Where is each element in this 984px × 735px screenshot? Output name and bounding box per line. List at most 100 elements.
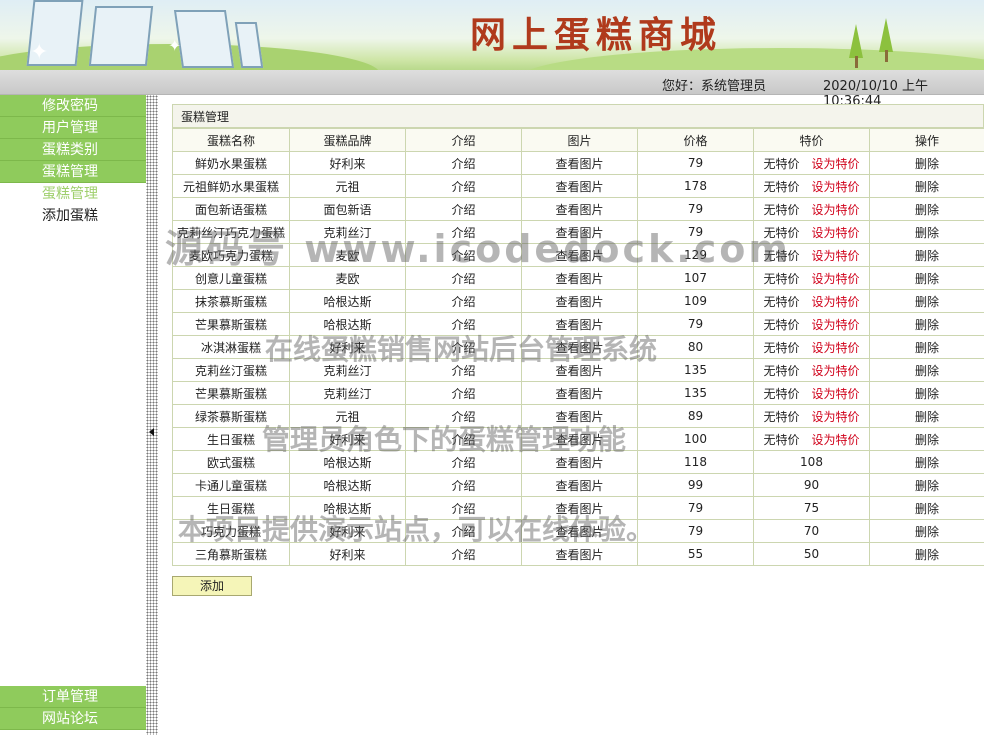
set-special-link[interactable]: 设为特价 [812,295,860,309]
intro-link[interactable]: 介绍 [405,312,522,336]
delete-link[interactable]: 删除 [869,496,984,520]
special-price-cell: 90 [753,473,870,497]
table-row: 卡通儿童蛋糕 哈根达斯 介绍 查看图片 99 90 删除 [172,473,984,497]
cake-brand-cell: 好利来 [289,151,406,175]
intro-link[interactable]: 介绍 [405,542,522,566]
intro-link[interactable]: 介绍 [405,335,522,359]
view-image-link[interactable]: 查看图片 [521,404,638,428]
tree-icon [849,24,863,58]
cake-name-cell: 抹茶慕斯蛋糕 [172,289,290,313]
sidebar-bottom-group: 订单管理 网站论坛 [0,686,146,730]
intro-link[interactable]: 介绍 [405,151,522,175]
table-row: 抹茶慕斯蛋糕 哈根达斯 介绍 查看图片 109 无特价 设为特价 删除 [172,289,984,313]
no-special-label: 无特价 [763,340,800,355]
special-price-cell: 无特价 设为特价 [753,289,870,313]
view-image-link[interactable]: 查看图片 [521,220,638,244]
intro-link[interactable]: 介绍 [405,496,522,520]
view-image-link[interactable]: 查看图片 [521,381,638,405]
table-row: 生日蛋糕 哈根达斯 介绍 查看图片 79 75 删除 [172,496,984,520]
special-price-cell: 无特价 设为特价 [753,427,870,451]
intro-link[interactable]: 介绍 [405,450,522,474]
view-image-link[interactable]: 查看图片 [521,427,638,451]
intro-link[interactable]: 介绍 [405,427,522,451]
intro-link[interactable]: 介绍 [405,404,522,428]
intro-link[interactable]: 介绍 [405,174,522,198]
view-image-link[interactable]: 查看图片 [521,312,638,336]
cake-name-cell: 冰淇淋蛋糕 [172,335,290,359]
view-image-link[interactable]: 查看图片 [521,473,638,497]
special-price-cell: 无特价 设为特价 [753,266,870,290]
delete-link[interactable]: 删除 [869,174,984,198]
sidebar-item-user-management[interactable]: 用户管理 [0,117,146,139]
sidebar-item-cake-category[interactable]: 蛋糕类别 [0,139,146,161]
view-image-link[interactable]: 查看图片 [521,335,638,359]
set-special-link[interactable]: 设为特价 [812,272,860,286]
view-image-link[interactable]: 查看图片 [521,496,638,520]
delete-link[interactable]: 删除 [869,220,984,244]
sidebar-item-cake-management[interactable]: 蛋糕管理 [0,161,146,183]
add-button[interactable]: 添加 [172,576,252,596]
delete-link[interactable]: 删除 [869,312,984,336]
delete-link[interactable]: 删除 [869,243,984,267]
delete-link[interactable]: 删除 [869,519,984,543]
sidebar-item-change-password[interactable]: 修改密码 [0,95,146,117]
delete-link[interactable]: 删除 [869,197,984,221]
intro-link[interactable]: 介绍 [405,473,522,497]
delete-link[interactable]: 删除 [869,473,984,497]
view-image-link[interactable]: 查看图片 [521,197,638,221]
set-special-link[interactable]: 设为特价 [812,364,860,378]
cake-brand-cell: 面包新语 [289,197,406,221]
no-special-label: 无特价 [763,179,800,194]
intro-link[interactable]: 介绍 [405,289,522,313]
view-image-link[interactable]: 查看图片 [521,358,638,382]
delete-link[interactable]: 删除 [869,266,984,290]
view-image-link[interactable]: 查看图片 [521,266,638,290]
sidebar-subitem-add-cake[interactable]: 添加蛋糕 [0,205,146,227]
set-special-link[interactable]: 设为特价 [812,318,860,332]
sidebar-subitem-cake-management[interactable]: 蛋糕管理 [0,183,146,205]
intro-link[interactable]: 介绍 [405,358,522,382]
set-special-link[interactable]: 设为特价 [812,157,860,171]
view-image-link[interactable]: 查看图片 [521,174,638,198]
intro-link[interactable]: 介绍 [405,519,522,543]
cake-brand-cell: 麦欧 [289,243,406,267]
set-special-link[interactable]: 设为特价 [812,387,860,401]
view-image-link[interactable]: 查看图片 [521,450,638,474]
delete-link[interactable]: 删除 [869,450,984,474]
view-image-link[interactable]: 查看图片 [521,519,638,543]
cake-name-cell: 三角慕斯蛋糕 [172,542,290,566]
sidebar-item-forum[interactable]: 网站论坛 [0,708,146,730]
delete-link[interactable]: 删除 [869,542,984,566]
delete-link[interactable]: 删除 [869,151,984,175]
set-special-link[interactable]: 设为特价 [812,249,860,263]
sidebar-splitter[interactable] [146,95,158,735]
delete-link[interactable]: 删除 [869,358,984,382]
delete-link[interactable]: 删除 [869,381,984,405]
view-image-link[interactable]: 查看图片 [521,243,638,267]
intro-link[interactable]: 介绍 [405,220,522,244]
delete-link[interactable]: 删除 [869,427,984,451]
special-price-cell: 无特价 设为特价 [753,174,870,198]
cake-brand-cell: 好利来 [289,335,406,359]
view-image-link[interactable]: 查看图片 [521,289,638,313]
price-cell: 107 [637,266,754,290]
set-special-link[interactable]: 设为特价 [812,410,860,424]
sidebar-item-order-management[interactable]: 订单管理 [0,686,146,708]
set-special-link[interactable]: 设为特价 [812,226,860,240]
intro-link[interactable]: 介绍 [405,381,522,405]
delete-link[interactable]: 删除 [869,335,984,359]
intro-link[interactable]: 介绍 [405,243,522,267]
collapse-arrow-icon[interactable] [149,428,154,436]
delete-link[interactable]: 删除 [869,404,984,428]
price-cell: 100 [637,427,754,451]
intro-link[interactable]: 介绍 [405,197,522,221]
set-special-link[interactable]: 设为特价 [812,433,860,447]
view-image-link[interactable]: 查看图片 [521,542,638,566]
set-special-link[interactable]: 设为特价 [812,203,860,217]
set-special-link[interactable]: 设为特价 [812,180,860,194]
delete-link[interactable]: 删除 [869,289,984,313]
set-special-link[interactable]: 设为特价 [812,341,860,355]
view-image-link[interactable]: 查看图片 [521,151,638,175]
intro-link[interactable]: 介绍 [405,266,522,290]
cake-name-cell: 绿茶慕斯蛋糕 [172,404,290,428]
